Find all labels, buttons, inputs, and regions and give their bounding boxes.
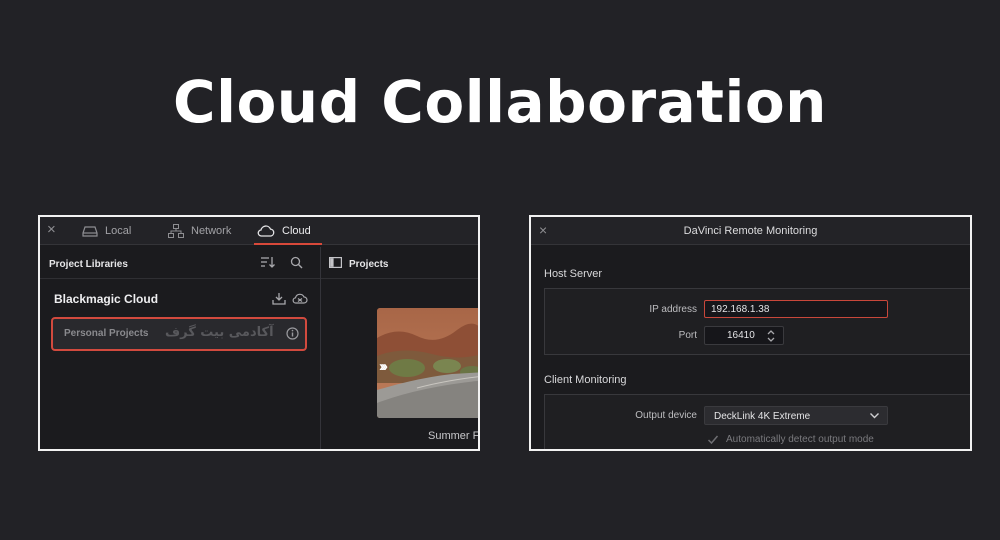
tab-cloud[interactable]: Cloud — [254, 217, 322, 245]
projects-header: Projects — [321, 247, 478, 279]
watermark-text: آکادمی بیت گرف — [165, 325, 274, 340]
stepper-arrows-icon[interactable] — [765, 328, 777, 344]
tab-network-label: Network — [191, 225, 232, 237]
drive-icon — [82, 226, 98, 237]
checkmark-icon[interactable] — [707, 434, 719, 445]
port-stepper[interactable]: 16410 — [704, 326, 784, 345]
personal-projects-item[interactable]: Personal Projects آکادمی بیت گرف — [51, 317, 307, 351]
panel-toggle-icon[interactable] — [329, 257, 342, 268]
landscape-image — [377, 308, 478, 418]
play-forward-icon: ››› — [379, 358, 388, 375]
window-titlebar: × DaVinci Remote Monitoring — [531, 217, 970, 245]
remote-monitoring-screenshot: × DaVinci Remote Monitoring Host Server … — [529, 215, 972, 451]
tab-local[interactable]: Local — [82, 217, 131, 245]
output-device-value: DeckLink 4K Extreme — [714, 411, 811, 422]
network-icon — [168, 224, 184, 238]
download-icon[interactable] — [272, 292, 286, 305]
tab-network[interactable]: Network — [168, 217, 231, 245]
tab-cloud-label: Cloud — [282, 225, 311, 237]
port-value: 16410 — [727, 330, 755, 341]
info-icon[interactable] — [286, 327, 299, 340]
sort-icon[interactable] — [260, 256, 276, 269]
ip-address-input[interactable] — [704, 300, 888, 318]
project-thumb-label[interactable]: Summer F — [428, 430, 478, 442]
tab-bar: × Local Network Cloud — [40, 217, 478, 245]
libraries-header: Project Libraries — [40, 247, 320, 279]
cloud-icon — [257, 225, 275, 237]
window-title: DaVinci Remote Monitoring — [683, 225, 818, 237]
project-thumbnail[interactable]: ››› — [377, 308, 478, 418]
client-monitoring-heading: Client Monitoring — [544, 374, 627, 386]
projects-header-title: Projects — [349, 259, 389, 270]
library-name[interactable]: Blackmagic Cloud — [54, 292, 158, 306]
port-label: Port — [678, 330, 697, 341]
close-icon[interactable]: × — [47, 221, 56, 239]
output-device-label: Output device — [635, 410, 697, 421]
auto-detect-label: Automatically detect output mode — [726, 434, 874, 445]
project-manager-screenshot: × Local Network Cloud Project Libraries … — [38, 215, 480, 451]
search-icon[interactable] — [290, 256, 303, 269]
tab-local-label: Local — [105, 225, 132, 237]
personal-projects-label: Personal Projects — [64, 328, 149, 339]
cloud-disconnect-icon[interactable] — [292, 292, 308, 305]
chevron-down-icon — [870, 413, 879, 419]
page-title: Cloud Collaboration — [173, 68, 827, 136]
active-tab-indicator — [254, 243, 322, 245]
ip-address-label: IP address — [649, 304, 697, 315]
libraries-header-title: Project Libraries — [49, 259, 128, 270]
output-device-dropdown[interactable]: DeckLink 4K Extreme — [704, 406, 888, 425]
host-server-heading: Host Server — [544, 268, 603, 280]
